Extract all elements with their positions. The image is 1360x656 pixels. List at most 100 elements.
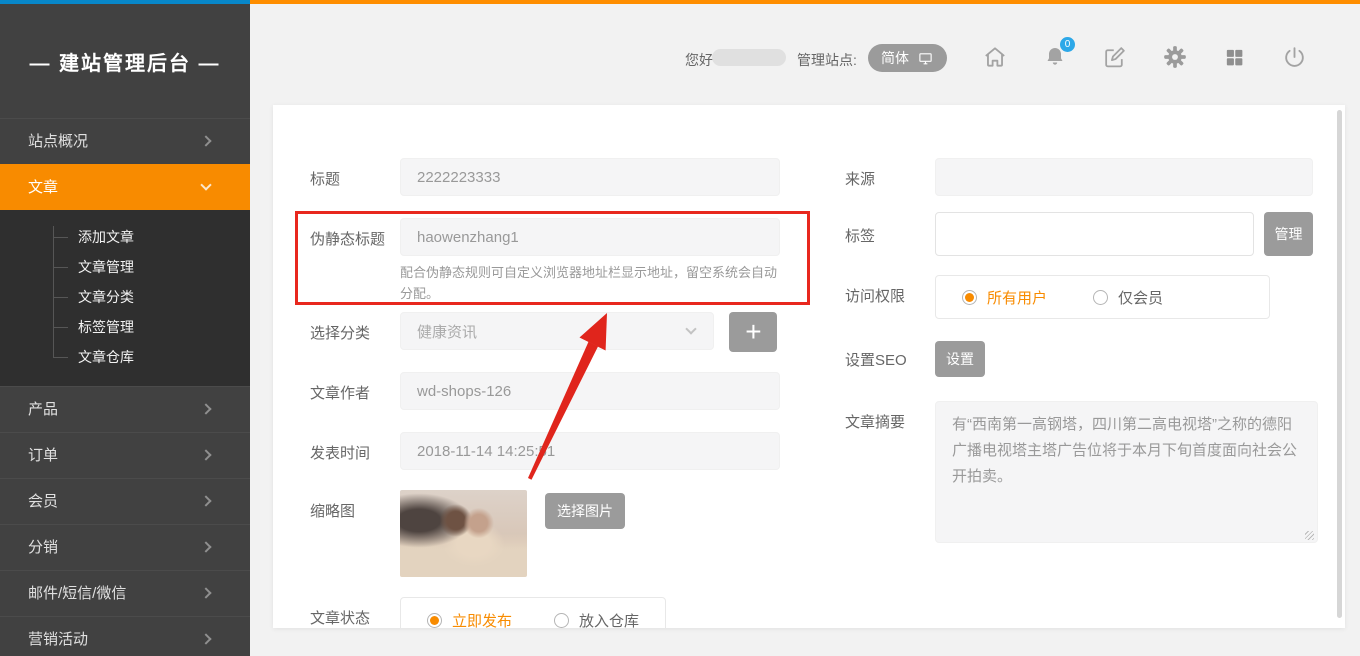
form-right-column: 来源 标签 管理 访问权限 所有用户 仅会员 bbox=[845, 158, 1313, 548]
notifications-button[interactable]: 0 bbox=[1041, 42, 1068, 72]
status-radio-group: 立即发布 放入仓库 bbox=[400, 597, 666, 628]
author-label: 文章作者 bbox=[310, 372, 400, 403]
radio-unselected-icon[interactable] bbox=[1093, 290, 1108, 305]
brand-title: — 建站管理后台 — bbox=[0, 4, 250, 118]
seo-settings-button[interactable]: 设置 bbox=[935, 341, 985, 377]
article-submenu: 添加文章 文章管理 文章分类 标签管理 文章仓库 bbox=[0, 210, 250, 386]
manage-site-label: 管理站点: bbox=[797, 50, 857, 70]
submenu-item-label: 文章管理 bbox=[78, 259, 134, 275]
submenu-item-add-article[interactable]: 添加文章 bbox=[0, 222, 250, 252]
source-input[interactable] bbox=[935, 158, 1313, 196]
submenu-item-label: 添加文章 bbox=[78, 229, 134, 245]
access-all-users-option[interactable]: 所有用户 bbox=[962, 287, 1047, 308]
sidebar-item-mail-sms-wechat[interactable]: 邮件/短信/微信 bbox=[0, 570, 250, 616]
summary-row: 文章摘要 有“西南第一高钢塔，四川第二高电视塔”之称的德阳广播电视塔主塔广告位将… bbox=[845, 401, 1313, 548]
grid-icon bbox=[1223, 46, 1246, 69]
add-category-button[interactable]: + bbox=[729, 312, 777, 352]
greeting-text: 您好 bbox=[685, 50, 713, 70]
panel-scrollbar[interactable] bbox=[1337, 110, 1342, 618]
sidebar-item-label: 分销 bbox=[28, 539, 58, 556]
submenu-item-tag-manage[interactable]: 标签管理 bbox=[0, 312, 250, 342]
seo-label: 设置SEO bbox=[845, 341, 935, 370]
category-row: 选择分类 健康资讯 + bbox=[310, 312, 780, 352]
monitor-icon bbox=[917, 51, 934, 66]
access-radio-group: 所有用户 仅会员 bbox=[935, 275, 1270, 319]
sidebar-item-article[interactable]: 文章 bbox=[0, 164, 250, 210]
title-row: 标题 bbox=[310, 158, 780, 196]
notification-badge: 0 bbox=[1060, 37, 1075, 52]
source-row: 来源 bbox=[845, 158, 1313, 196]
access-members-only-option[interactable]: 仅会员 bbox=[1093, 287, 1163, 308]
edit-button[interactable] bbox=[1101, 42, 1128, 72]
tags-label: 标签 bbox=[845, 212, 935, 246]
access-all-users-label: 所有用户 bbox=[987, 287, 1047, 308]
username-redacted bbox=[712, 49, 786, 66]
status-row: 文章状态 立即发布 放入仓库 bbox=[310, 597, 780, 628]
submenu-item-label: 标签管理 bbox=[78, 319, 134, 335]
sidebar-item-member[interactable]: 会员 bbox=[0, 478, 250, 524]
radio-selected-icon[interactable] bbox=[962, 290, 977, 305]
sidebar-item-distribution[interactable]: 分销 bbox=[0, 524, 250, 570]
home-button[interactable] bbox=[981, 42, 1008, 72]
settings-button[interactable] bbox=[1161, 42, 1188, 72]
radio-unselected-icon[interactable] bbox=[554, 613, 569, 628]
language-pill-button[interactable]: 简体 bbox=[868, 44, 947, 72]
access-row: 访问权限 所有用户 仅会员 bbox=[845, 275, 1313, 319]
chevron-down-icon bbox=[200, 179, 211, 190]
sidebar-item-site-overview[interactable]: 站点概况 bbox=[0, 118, 250, 164]
tags-row: 标签 管理 bbox=[845, 212, 1313, 256]
slug-hint-text: 配合伪静态规则可自定义浏览器地址栏显示地址，留空系统会自动分配。 bbox=[400, 262, 778, 304]
sidebar-item-label: 邮件/短信/微信 bbox=[28, 585, 126, 602]
chevron-down-icon bbox=[685, 323, 696, 334]
slug-row: 伪静态标题 配合伪静态规则可自定义浏览器地址栏显示地址，留空系统会自动分配。 bbox=[310, 218, 780, 304]
tags-manage-button[interactable]: 管理 bbox=[1264, 212, 1313, 256]
sidebar-nav: 站点概况 文章 添加文章 文章管理 文章分类 标签管理 文章仓库 产品 订单 会… bbox=[0, 118, 250, 656]
access-label: 访问权限 bbox=[845, 275, 935, 306]
sidebar-item-marketing[interactable]: 营销活动 bbox=[0, 616, 250, 656]
summary-textarea[interactable]: 有“西南第一高钢塔，四川第二高电视塔”之称的德阳广播电视塔主塔广告位将于本月下旬… bbox=[935, 401, 1318, 543]
category-select[interactable]: 健康资讯 bbox=[400, 312, 714, 350]
chevron-right-icon bbox=[200, 403, 211, 414]
sidebar-item-product[interactable]: 产品 bbox=[0, 386, 250, 432]
slug-label: 伪静态标题 bbox=[310, 218, 400, 249]
chevron-right-icon bbox=[200, 495, 211, 506]
language-label: 简体 bbox=[881, 48, 909, 68]
status-publish-label: 立即发布 bbox=[452, 610, 512, 629]
author-input[interactable] bbox=[400, 372, 780, 410]
sidebar-item-label: 产品 bbox=[28, 401, 58, 418]
sidebar-item-label: 文章 bbox=[28, 179, 58, 196]
choose-image-button[interactable]: 选择图片 bbox=[545, 493, 625, 529]
seo-row: 设置SEO 设置 bbox=[845, 341, 1313, 377]
category-selected-value: 健康资讯 bbox=[417, 321, 477, 342]
logout-button[interactable] bbox=[1281, 42, 1308, 72]
status-publish-option[interactable]: 立即发布 bbox=[427, 610, 512, 629]
home-icon bbox=[982, 44, 1008, 70]
chevron-right-icon bbox=[200, 541, 211, 552]
category-label: 选择分类 bbox=[310, 312, 400, 343]
publish-time-input[interactable] bbox=[400, 432, 780, 470]
thumbnail-image bbox=[400, 490, 527, 577]
chevron-right-icon bbox=[200, 135, 211, 146]
sidebar-item-label: 营销活动 bbox=[28, 631, 88, 648]
status-warehouse-option[interactable]: 放入仓库 bbox=[554, 610, 639, 629]
sidebar-item-label: 会员 bbox=[28, 493, 58, 510]
publish-time-label: 发表时间 bbox=[310, 432, 400, 463]
chevron-right-icon bbox=[200, 449, 211, 460]
slug-input[interactable] bbox=[400, 218, 780, 256]
status-warehouse-label: 放入仓库 bbox=[579, 610, 639, 629]
form-left-column: 标题 伪静态标题 配合伪静态规则可自定义浏览器地址栏显示地址，留空系统会自动分配… bbox=[310, 158, 780, 628]
submenu-item-article-warehouse[interactable]: 文章仓库 bbox=[0, 342, 250, 372]
article-edit-panel: 标题 伪静态标题 配合伪静态规则可自定义浏览器地址栏显示地址，留空系统会自动分配… bbox=[273, 105, 1345, 628]
tags-input[interactable] bbox=[935, 212, 1254, 256]
topbar: 您好 管理站点: 简体 0 bbox=[250, 4, 1360, 104]
title-input[interactable] bbox=[400, 158, 780, 196]
radio-selected-icon[interactable] bbox=[427, 613, 442, 628]
submenu-item-label: 文章分类 bbox=[78, 289, 134, 305]
submenu-item-article-category[interactable]: 文章分类 bbox=[0, 282, 250, 312]
access-members-only-label: 仅会员 bbox=[1118, 287, 1163, 308]
sidebar-item-order[interactable]: 订单 bbox=[0, 432, 250, 478]
submenu-item-label: 文章仓库 bbox=[78, 349, 134, 365]
submenu-item-article-manage[interactable]: 文章管理 bbox=[0, 252, 250, 282]
sidebar-item-label: 订单 bbox=[28, 447, 58, 464]
apps-button[interactable] bbox=[1221, 42, 1248, 72]
